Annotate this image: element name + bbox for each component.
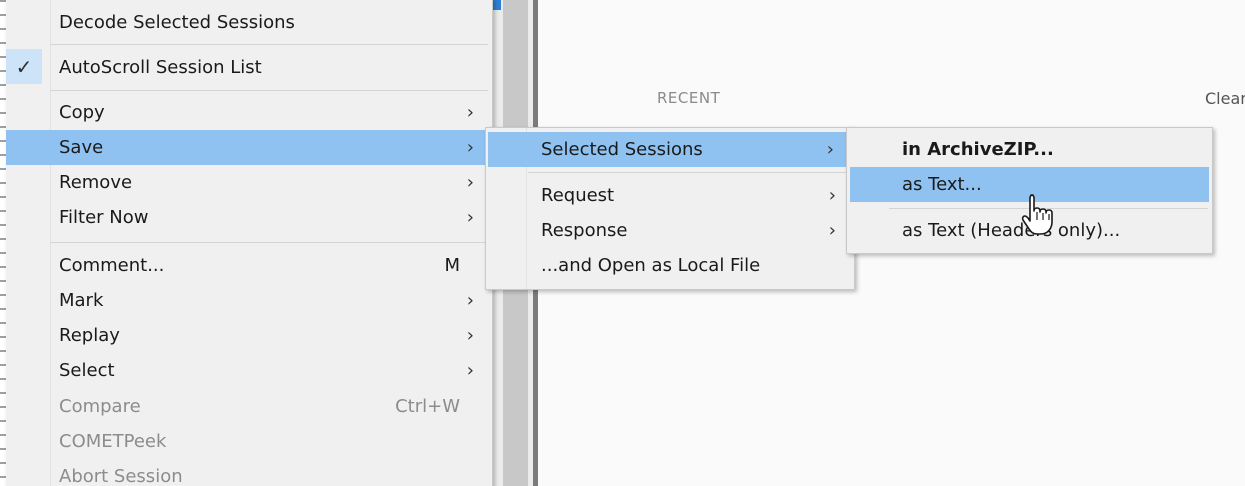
menu-separator — [50, 90, 488, 91]
chevron-right-icon: › — [466, 172, 474, 193]
menu-item-label: Select — [59, 360, 115, 381]
menu-item-label: Remove — [59, 172, 133, 193]
chevron-right-icon: › — [466, 290, 474, 311]
chevron-right-icon: › — [466, 102, 474, 123]
menu-item-label: Copy — [59, 102, 105, 123]
chevron-right-icon: › — [828, 220, 836, 241]
menu-item-shortcut: M — [444, 255, 460, 276]
menu-item-label: as Text... — [902, 174, 982, 195]
menu-item-abort-session: Abort Session — [6, 459, 492, 486]
menu-item-label: Decode Selected Sessions — [59, 11, 295, 33]
chevron-right-icon: › — [466, 207, 474, 228]
menu-item-label: ...and Open as Local File — [541, 255, 761, 276]
clear-link[interactable]: Clear — [1205, 89, 1245, 108]
menu-item-save[interactable]: Save › — [6, 130, 492, 165]
menu-item-decode-selected-sessions[interactable]: Decode Selected Sessions — [6, 2, 492, 42]
save-submenu: Selected Sessions › Request › Response ›… — [485, 127, 855, 290]
menu-item-response[interactable]: Response › — [486, 213, 854, 248]
menu-item-copy[interactable]: Copy › — [6, 95, 492, 130]
menu-item-label: Response — [541, 220, 628, 241]
menu-item-autoscroll-session-list[interactable]: ✓ AutoScroll Session List — [6, 49, 492, 85]
menu-separator — [50, 242, 488, 243]
menu-item-in-archivezip[interactable]: in ArchiveZIP... — [847, 132, 1212, 167]
scroll-position-marker — [493, 0, 501, 10]
menu-item-open-as-local-file[interactable]: ...and Open as Local File — [486, 248, 854, 283]
menu-item-label: Compare — [59, 396, 141, 417]
chevron-right-icon: › — [466, 137, 474, 158]
menu-item-request[interactable]: Request › — [486, 178, 854, 213]
menu-item-shortcut: Ctrl+W — [395, 396, 460, 417]
menu-item-label: Save — [59, 137, 104, 158]
menu-item-mark[interactable]: Mark › — [6, 283, 492, 318]
menu-item-label: AutoScroll Session List — [59, 56, 262, 78]
menu-item-label: Request — [541, 185, 615, 206]
chevron-right-icon: › — [466, 360, 474, 381]
menu-item-label: as Text (Headers only)... — [902, 220, 1121, 241]
chevron-right-icon: › — [828, 185, 836, 206]
checkmark-icon: ✓ — [6, 49, 42, 84]
screen: RECENT Clear Decode Selected Sessions ✓ … — [0, 0, 1245, 486]
menu-separator — [528, 172, 850, 173]
menu-item-label: COMETPeek — [59, 431, 167, 452]
menu-item-label: Mark — [59, 290, 104, 311]
menu-item-compare: Compare Ctrl+W — [6, 389, 492, 424]
chevron-right-icon: › — [826, 139, 834, 160]
menu-item-comment[interactable]: Comment... M — [6, 248, 492, 283]
menu-item-label: Abort Session — [59, 466, 183, 486]
menu-item-selected-sessions[interactable]: Selected Sessions › — [488, 132, 852, 167]
menu-item-select[interactable]: Select › — [6, 353, 492, 388]
menu-item-remove[interactable]: Remove › — [6, 165, 492, 200]
menu-item-replay[interactable]: Replay › — [6, 318, 492, 353]
menu-item-filter-now[interactable]: Filter Now › — [6, 200, 492, 235]
menu-item-label: Replay — [59, 325, 120, 346]
menu-item-cometpeek: COMETPeek — [6, 424, 492, 459]
menu-item-label: in ArchiveZIP... — [902, 139, 1054, 160]
session-context-menu: Decode Selected Sessions ✓ AutoScroll Se… — [6, 0, 493, 486]
menu-item-label: Selected Sessions — [541, 139, 703, 160]
menu-separator — [50, 44, 488, 45]
menu-item-label: Filter Now — [59, 207, 149, 228]
hand-pointer-icon — [1021, 194, 1053, 235]
menu-item-label: Comment... — [59, 255, 165, 276]
chevron-right-icon: › — [466, 325, 474, 346]
recent-heading: RECENT — [657, 89, 721, 107]
